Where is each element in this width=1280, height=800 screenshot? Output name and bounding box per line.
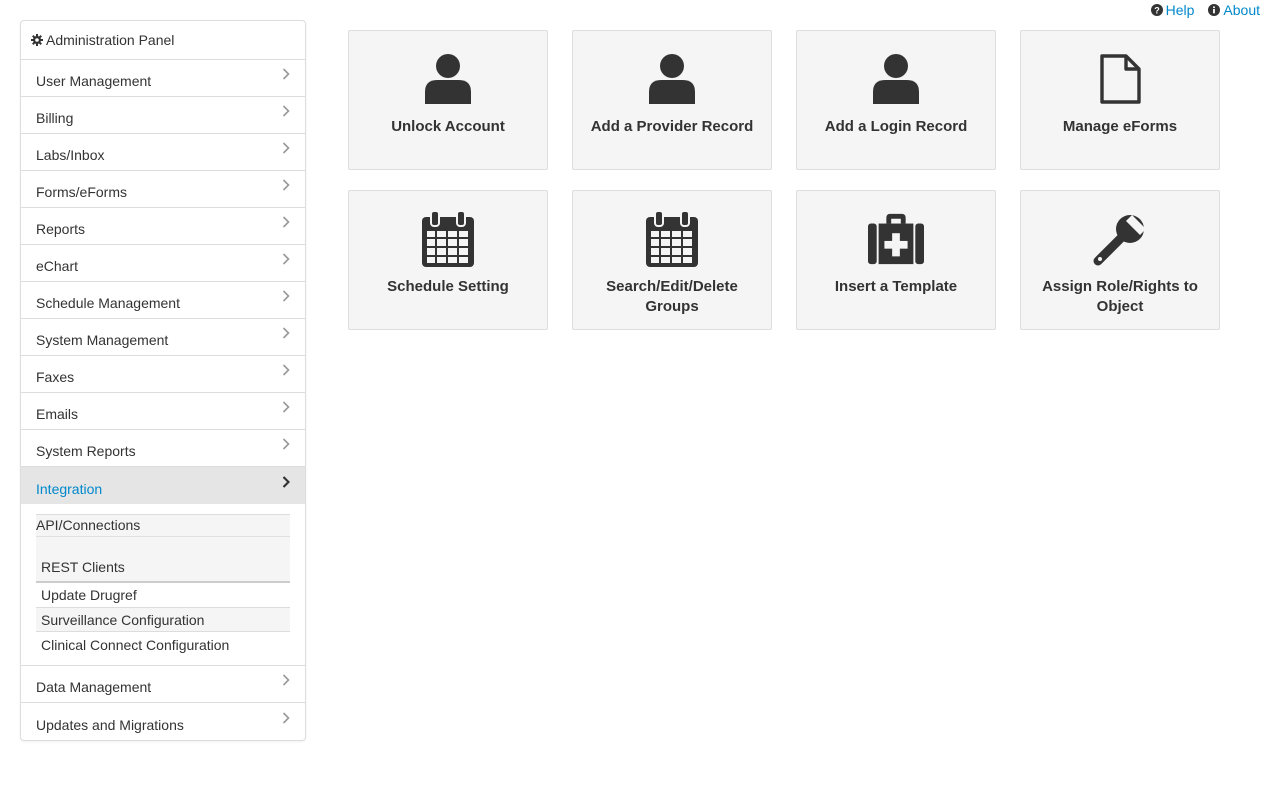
sidebar-item-label: Billing	[36, 110, 74, 126]
chevron-right-icon	[282, 216, 290, 228]
sidebar-item-faxes[interactable]: Faxes	[21, 356, 305, 393]
panel-heading-title: Administration Panel	[46, 32, 175, 48]
help-link[interactable]: ? Help	[1150, 2, 1195, 18]
sidebar-item-data-management[interactable]: Data Management	[21, 666, 305, 703]
api-connections-group: API/Connections REST Clients	[36, 514, 290, 583]
chevron-right-icon	[282, 401, 290, 413]
add-provider-record-tile[interactable]: Add a Provider Record	[572, 30, 772, 170]
question-circle-icon: ?	[1150, 4, 1163, 16]
medkit-icon	[868, 211, 924, 267]
schedule-setting-tile[interactable]: Schedule Setting	[348, 190, 548, 330]
integration-submenu: API/Connections REST Clients Update Drug…	[21, 504, 305, 666]
top-links: ? Help About	[1150, 2, 1260, 18]
sidebar-item-billing[interactable]: Billing	[21, 97, 305, 134]
chevron-right-icon	[282, 179, 290, 191]
sidebar-item-label: System Reports	[36, 443, 136, 459]
update-drugref-link[interactable]: Update Drugref	[36, 582, 290, 607]
sidebar-item-label: User Management	[36, 73, 152, 89]
chevron-right-icon	[282, 253, 290, 265]
sidebar-item-forms-eforms[interactable]: Forms/eForms	[21, 171, 305, 208]
sidebar-item-label: System Management	[36, 332, 169, 348]
sidebar-item-label: Emails	[36, 406, 79, 422]
chevron-right-icon	[282, 68, 290, 80]
sidebar-item-label: Forms/eForms	[36, 184, 127, 200]
sidebar-item-echart[interactable]: eChart	[21, 245, 305, 282]
sidebar-item-label: Data Management	[36, 679, 152, 695]
wrench-icon	[1092, 211, 1148, 267]
tile-label: Add a Provider Record	[590, 118, 754, 135]
assign-role-rights-tile[interactable]: Assign Role/Rights to Object	[1020, 190, 1220, 330]
file-icon	[1092, 51, 1148, 107]
sidebar-item-updates-and-migrations[interactable]: Updates and Migrations	[21, 703, 305, 740]
tile-label: Add a Login Record	[824, 118, 968, 135]
tile-label: Search/Edit/Delete Groups	[606, 278, 738, 315]
chevron-right-icon	[282, 327, 290, 339]
chevron-right-icon	[282, 105, 290, 117]
about-label: About	[1223, 2, 1260, 18]
sidebar-item-system-reports[interactable]: System Reports	[21, 430, 305, 467]
admin-sidebar: Administration Panel User Management Bil…	[20, 20, 306, 741]
add-login-record-tile[interactable]: Add a Login Record	[796, 30, 996, 170]
help-label: Help	[1165, 2, 1195, 18]
about-link[interactable]: About	[1208, 2, 1260, 18]
sidebar-item-system-management[interactable]: System Management	[21, 319, 305, 356]
calendar-icon	[644, 211, 700, 267]
sidebar-item-emails[interactable]: Emails	[21, 393, 305, 430]
chevron-right-icon	[282, 290, 290, 302]
sidebar-item-label: Faxes	[36, 369, 75, 385]
sidebar-item-label: Schedule Management	[36, 295, 180, 311]
search-edit-delete-groups-tile[interactable]: Search/Edit/Delete Groups	[572, 190, 772, 330]
tile-label: Insert a Template	[834, 278, 958, 295]
user-icon	[644, 51, 700, 107]
chevron-right-icon	[282, 142, 290, 154]
manage-eforms-tile[interactable]: Manage eForms	[1020, 30, 1220, 170]
chevron-right-icon	[282, 711, 290, 724]
gear-icon	[31, 34, 43, 46]
tile-label: Assign Role/Rights to Object	[1042, 278, 1198, 315]
chevron-right-icon	[282, 475, 290, 488]
unlock-account-tile[interactable]: Unlock Account	[348, 30, 548, 170]
sidebar-item-reports[interactable]: Reports	[21, 208, 305, 245]
chevron-right-icon	[282, 438, 290, 450]
divider	[36, 536, 290, 537]
api-connections-heading: API/Connections	[36, 517, 141, 533]
calendar-icon	[420, 211, 476, 267]
surveillance-configuration-link[interactable]: Surveillance Configuration	[36, 607, 290, 632]
sidebar-item-integration[interactable]: Integration	[21, 467, 305, 504]
sidebar-item-labs-inbox[interactable]: Labs/Inbox	[21, 134, 305, 171]
divider	[36, 581, 290, 583]
user-icon	[420, 51, 476, 107]
rest-clients-link[interactable]: REST Clients	[41, 559, 125, 575]
sidebar-item-user-management[interactable]: User Management	[21, 60, 305, 97]
chevron-right-icon	[282, 674, 290, 686]
svg-text:?: ?	[1154, 5, 1160, 15]
chevron-right-icon	[282, 364, 290, 376]
sidebar-item-label: Reports	[36, 221, 86, 237]
tile-label: Unlock Account	[391, 118, 505, 135]
sidebar-item-schedule-management[interactable]: Schedule Management	[21, 282, 305, 319]
panel-heading: Administration Panel	[21, 21, 305, 60]
sidebar-item-label: Integration	[36, 480, 103, 497]
clinical-connect-configuration-link[interactable]: Clinical Connect Configuration	[36, 632, 290, 657]
tile-label: Schedule Setting	[387, 278, 509, 295]
info-circle-icon	[1208, 4, 1221, 16]
tile-label: Manage eForms	[1062, 118, 1178, 135]
insert-template-tile[interactable]: Insert a Template	[796, 190, 996, 330]
user-icon	[868, 51, 924, 107]
sidebar-item-label: eChart	[36, 258, 79, 274]
sidebar-item-label: Updates and Migrations	[36, 716, 184, 733]
sidebar-item-label: Labs/Inbox	[36, 147, 105, 163]
